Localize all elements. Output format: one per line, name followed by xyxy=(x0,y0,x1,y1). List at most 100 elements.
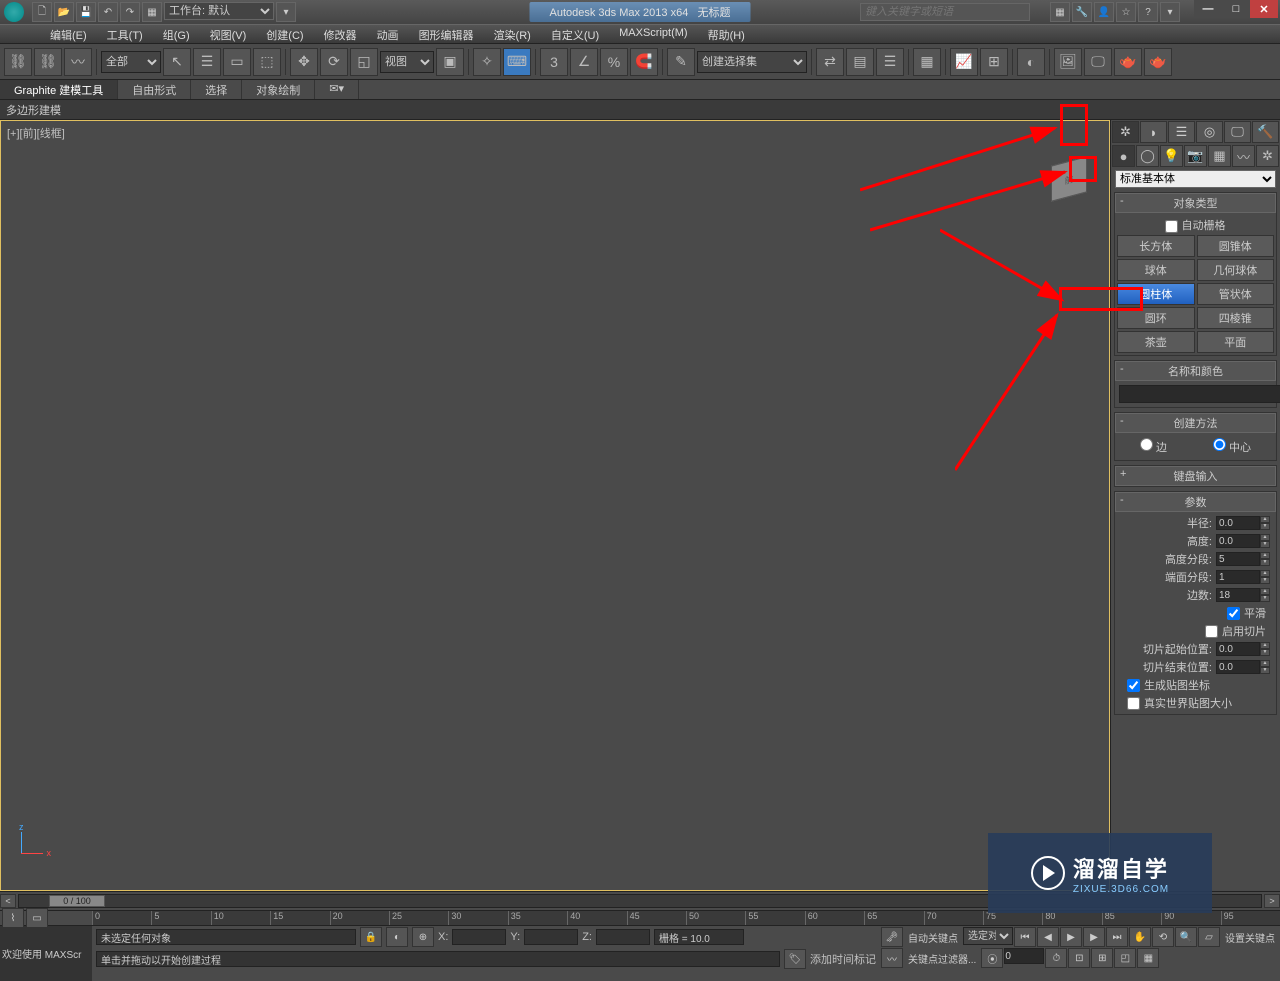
primitive-plane[interactable]: 平面 xyxy=(1197,331,1275,353)
nav-region-zoom-icon[interactable]: ◰ xyxy=(1114,948,1136,968)
key-target-select[interactable]: 选定对 xyxy=(963,927,1013,945)
primitive-pyramid[interactable]: 四棱锥 xyxy=(1197,307,1275,329)
select-region-rect-icon[interactable]: ▭ xyxy=(223,48,251,76)
select-object-icon[interactable]: ↖ xyxy=(163,48,191,76)
geometry-sub-icon[interactable]: ● xyxy=(1112,145,1135,167)
cap-segs-input[interactable] xyxy=(1216,570,1260,584)
set-key-button[interactable]: 设置关键点 xyxy=(1221,927,1279,947)
primitive-cone[interactable]: 圆锥体 xyxy=(1197,235,1275,257)
primitive-tube[interactable]: 管状体 xyxy=(1197,283,1275,305)
object-name-input[interactable] xyxy=(1119,385,1280,403)
nav-zoom-all-icon[interactable]: ⊡ xyxy=(1068,948,1090,968)
link-icon[interactable]: ⛓ xyxy=(4,48,32,76)
percent-snap-icon[interactable]: % xyxy=(600,48,628,76)
y-coord-input[interactable] xyxy=(524,929,578,945)
primitive-sphere[interactable]: 球体 xyxy=(1117,259,1195,281)
render-prod-icon[interactable]: 🫖 xyxy=(1144,48,1172,76)
wrench-icon[interactable]: 🔧 xyxy=(1072,2,1092,22)
add-time-tag[interactable]: 添加时间标记 xyxy=(810,951,876,967)
align-icon[interactable]: ▤ xyxy=(846,48,874,76)
favorites-icon[interactable]: ☆ xyxy=(1116,2,1136,22)
pivot-center-icon[interactable]: ▣ xyxy=(436,48,464,76)
curve-mini-icon[interactable]: ⌇ xyxy=(2,908,24,928)
modify-tab-icon[interactable]: ◗ xyxy=(1140,121,1167,143)
menu-tools[interactable]: 工具(T) xyxy=(97,25,153,43)
keyboard-shortcut-toggle[interactable]: ⌨ xyxy=(503,48,531,76)
edit-named-selection-icon[interactable]: ✎ xyxy=(667,48,695,76)
select-by-name-icon[interactable]: ☰ xyxy=(193,48,221,76)
primitive-category-select[interactable]: 标准基本体 xyxy=(1115,170,1276,188)
rollout-keyboard-entry[interactable]: +键盘输入 xyxy=(1115,466,1276,486)
help-search[interactable] xyxy=(860,3,1030,21)
height-down[interactable]: ▼ xyxy=(1260,541,1270,548)
hseg-up[interactable]: ▲ xyxy=(1260,552,1270,559)
prev-frame-icon[interactable]: ◀ xyxy=(1037,927,1059,947)
track-mini-icon[interactable]: ▭ xyxy=(26,908,48,928)
smooth-checkbox[interactable] xyxy=(1227,607,1240,620)
snap-toggle-icon[interactable]: 3 xyxy=(540,48,568,76)
help-icon[interactable]: ? xyxy=(1138,2,1158,22)
primitive-box[interactable]: 长方体 xyxy=(1117,235,1195,257)
gen-uv-checkbox[interactable] xyxy=(1127,679,1140,692)
menu-animation[interactable]: 动画 xyxy=(367,25,409,43)
listener-prompt[interactable]: 欢迎使用 MAXScr xyxy=(2,946,90,961)
nav-zoom-extents-icon[interactable]: ⊞ xyxy=(1091,948,1113,968)
workspace-menu-icon[interactable]: ▾ xyxy=(276,2,296,22)
time-slider-handle[interactable]: 0 / 100 xyxy=(49,895,105,907)
helpers-sub-icon[interactable]: ▦ xyxy=(1208,145,1231,167)
slice-on-checkbox[interactable] xyxy=(1205,625,1218,638)
x-coord-input[interactable] xyxy=(452,929,506,945)
undo-icon[interactable]: ↶ xyxy=(98,2,118,22)
help-dropdown-icon[interactable]: ▾ xyxy=(1160,2,1180,22)
curve-editor-icon[interactable]: 📈 xyxy=(950,48,978,76)
redo-icon[interactable]: ↷ xyxy=(120,2,140,22)
radius-input[interactable] xyxy=(1216,516,1260,530)
menu-customize[interactable]: 自定义(U) xyxy=(541,25,609,43)
rollout-parameters[interactable]: -参数 xyxy=(1115,492,1276,512)
tab-selection[interactable]: 选择 xyxy=(191,80,242,99)
hierarchy-tab-icon[interactable]: ☰ xyxy=(1168,121,1195,143)
menu-modifiers[interactable]: 修改器 xyxy=(314,25,367,43)
goto-start-icon[interactable]: ⏮ xyxy=(1014,927,1036,947)
radius-down[interactable]: ▼ xyxy=(1260,523,1270,530)
key-step-icon[interactable]: ⦿ xyxy=(981,948,1003,968)
display-tab-icon[interactable]: 🖵 xyxy=(1224,121,1251,143)
create-tab-icon[interactable]: ✲ xyxy=(1112,121,1139,143)
primitive-cylinder[interactable]: 圆柱体 xyxy=(1117,283,1195,305)
viewcube[interactable]: 前 xyxy=(1051,161,1101,211)
sto-down[interactable]: ▼ xyxy=(1260,667,1270,674)
ribbon-subpanel[interactable]: 多边形建模 xyxy=(0,100,1280,120)
sides-down[interactable]: ▼ xyxy=(1260,595,1270,602)
maximize-button[interactable]: □ xyxy=(1222,0,1250,18)
shapes-sub-icon[interactable]: ◯ xyxy=(1136,145,1159,167)
primitive-torus[interactable]: 圆环 xyxy=(1117,307,1195,329)
minimize-button[interactable]: — xyxy=(1194,0,1222,18)
primitive-teapot[interactable]: 茶壶 xyxy=(1117,331,1195,353)
toolbox-icon[interactable]: ▦ xyxy=(1050,2,1070,22)
workspace-select[interactable]: 工作台: 默认 xyxy=(164,2,274,20)
bind-spacewarp-icon[interactable]: 〰 xyxy=(64,48,92,76)
rollout-creation-method[interactable]: -创建方法 xyxy=(1115,413,1276,433)
render-icon[interactable]: 🫖 xyxy=(1114,48,1142,76)
primitive-geosphere[interactable]: 几何球体 xyxy=(1197,259,1275,281)
isolate-icon[interactable]: ◐ xyxy=(386,927,408,947)
angle-snap-icon[interactable]: ∠ xyxy=(570,48,598,76)
material-editor-icon[interactable]: ◐ xyxy=(1017,48,1045,76)
nav-orbit-icon[interactable]: ⟲ xyxy=(1152,927,1174,947)
key-filters-button[interactable]: 关键点过滤器... xyxy=(904,948,980,968)
app-logo[interactable] xyxy=(4,2,24,22)
z-coord-input[interactable] xyxy=(596,929,650,945)
tab-graphite[interactable]: Graphite 建模工具 xyxy=(0,80,118,99)
named-selection-set[interactable]: 创建选择集 xyxy=(697,51,807,73)
viewport-front[interactable]: [+][前][线框] 前 xyxy=(0,120,1110,891)
key-mode-icon[interactable]: 🗝 xyxy=(881,927,903,947)
viewport-label[interactable]: [+][前][线框] xyxy=(7,125,65,141)
close-button[interactable]: ✕ xyxy=(1250,0,1278,18)
rollout-object-type[interactable]: -对象类型 xyxy=(1115,193,1276,213)
render-setup-icon[interactable]: 🖼 xyxy=(1054,48,1082,76)
menu-views[interactable]: 视图(V) xyxy=(200,25,257,43)
workspace-icon[interactable]: ▦ xyxy=(142,2,162,22)
slice-to-input[interactable] xyxy=(1216,660,1260,674)
radius-up[interactable]: ▲ xyxy=(1260,516,1270,523)
sfrom-up[interactable]: ▲ xyxy=(1260,642,1270,649)
